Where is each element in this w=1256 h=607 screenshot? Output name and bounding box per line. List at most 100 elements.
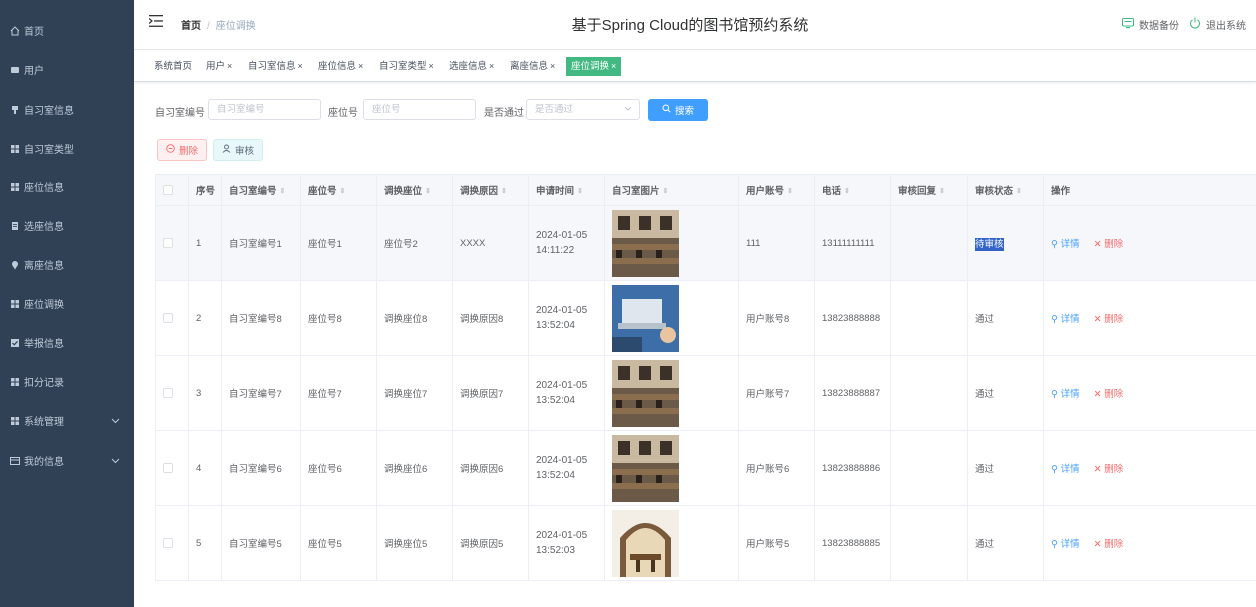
sidebar-item-seat-info[interactable]: 座位信息	[0, 167, 134, 206]
cell-seat: 座位号1	[300, 205, 377, 281]
audit-button[interactable]: 审核	[213, 139, 263, 161]
row-checkbox-cell[interactable]	[155, 280, 189, 356]
row-checkbox-cell[interactable]	[155, 505, 189, 581]
tag-user[interactable]: 用户 ×	[201, 57, 238, 76]
column-header[interactable]: 调换座位 ⇕	[376, 174, 453, 206]
detail-button[interactable]: ⚲ 详情	[1051, 389, 1080, 400]
close-icon[interactable]: ×	[429, 61, 434, 71]
breadcrumb-home[interactable]: 首页	[181, 21, 201, 32]
tag-seat-swap[interactable]: 座位调换 ×	[566, 57, 622, 76]
sidebar-item-seat-select[interactable]: 选座信息	[0, 206, 134, 245]
cell-image[interactable]	[604, 430, 739, 506]
sort-icon[interactable]: ⇕	[663, 187, 669, 195]
search-button[interactable]: 搜索	[648, 99, 708, 121]
column-header[interactable]: 审核状态 ⇕	[967, 174, 1044, 206]
hamburger-icon[interactable]	[148, 15, 163, 29]
sort-icon[interactable]: ⇕	[577, 187, 583, 195]
checkbox[interactable]	[163, 537, 173, 548]
row-delete-button[interactable]: ✕ 删除	[1094, 389, 1124, 400]
header: 首页 / 座位调换 基于Spring Cloud的图书馆预约系统 数据备份 退出系统	[134, 0, 1256, 50]
close-icon[interactable]: ×	[358, 61, 363, 71]
checkbox[interactable]	[163, 312, 173, 323]
row-delete-button[interactable]: ✕ 删除	[1094, 314, 1124, 325]
search-icon: ⚲	[1051, 314, 1058, 325]
column-header[interactable]: 电话 ⇕	[814, 174, 891, 206]
column-header[interactable]: 自习室编号 ⇕	[221, 174, 301, 206]
column-header[interactable]: 自习室图片 ⇕	[604, 174, 739, 206]
cell-swap-seat: 座位号2	[376, 205, 453, 281]
sidebar-item-report[interactable]: 举报信息	[0, 323, 134, 362]
row-checkbox-cell[interactable]	[155, 355, 189, 431]
row-delete-button[interactable]: ✕ 删除	[1094, 239, 1124, 250]
row-checkbox-cell[interactable]	[155, 430, 189, 506]
cell-image[interactable]	[604, 205, 739, 281]
sort-icon[interactable]: ⇕	[787, 187, 793, 195]
column-header[interactable]: 用户账号 ⇕	[738, 174, 815, 206]
column-header[interactable]: 调换原因 ⇕	[452, 174, 529, 206]
row-checkbox-cell[interactable]	[155, 205, 189, 281]
tag-leave-seat[interactable]: 离座信息 ×	[505, 57, 561, 76]
select-all-checkbox-cell[interactable]	[155, 174, 189, 206]
room-no-input[interactable]	[208, 99, 321, 120]
tag-home[interactable]: 系统首页	[149, 57, 198, 76]
sidebar-item-my-info[interactable]: 我的信息	[0, 441, 134, 480]
checkbox[interactable]	[163, 462, 173, 473]
cell-image[interactable]	[604, 505, 739, 581]
status-badge: 通过	[975, 464, 995, 475]
arched-room-photo[interactable]	[612, 509, 731, 577]
sidebar-item-system[interactable]: 系统管理	[0, 401, 134, 440]
table-row: 2 自习室编号8 座位号8 调换座位8 调换原因8 2024-01-05 13:52:04…	[155, 280, 1256, 356]
tag-label: 离座信息	[510, 61, 549, 72]
detail-button[interactable]: ⚲ 详情	[1051, 314, 1080, 325]
column-header[interactable]: 审核回复 ⇕	[890, 174, 968, 206]
room-no-label: 自习室编号	[155, 108, 205, 119]
study-room-photo[interactable]	[612, 209, 731, 277]
laptop-photo[interactable]	[612, 284, 731, 352]
checkbox[interactable]	[163, 184, 173, 195]
tag-seat-select[interactable]: 选座信息 ×	[444, 57, 500, 76]
backup-button[interactable]: 数据备份	[1122, 17, 1179, 32]
check-icon	[10, 338, 20, 348]
close-icon[interactable]: ×	[611, 61, 616, 71]
cell-account: 用户账号8	[738, 280, 815, 356]
cell-image[interactable]	[604, 355, 739, 431]
close-icon[interactable]: ×	[489, 61, 494, 71]
logout-button[interactable]: 退出系统	[1189, 17, 1246, 32]
sidebar-item-home[interactable]: 首页	[0, 11, 134, 50]
sort-icon[interactable]: ⇕	[844, 187, 850, 195]
checkbox[interactable]	[163, 387, 173, 398]
checkbox[interactable]	[163, 237, 173, 248]
sort-icon[interactable]: ⇕	[501, 187, 507, 195]
tag-room-type[interactable]: 自习室类型 ×	[374, 57, 439, 76]
row-delete-button[interactable]: ✕ 删除	[1094, 464, 1124, 475]
sort-icon[interactable]: ⇕	[340, 187, 346, 195]
sidebar-item-user[interactable]: 用户	[0, 50, 134, 89]
column-header[interactable]: 申请时间 ⇕	[528, 174, 605, 206]
close-icon[interactable]: ×	[550, 61, 555, 71]
sidebar-item-seat-swap[interactable]: 座位调换	[0, 284, 134, 323]
cell-image[interactable]	[604, 280, 739, 356]
sort-icon[interactable]: ⇕	[939, 187, 945, 195]
sort-icon[interactable]: ⇕	[1016, 187, 1022, 195]
batch-delete-button[interactable]: 删除	[157, 139, 207, 161]
study-room-photo[interactable]	[612, 434, 731, 502]
sidebar-item-room-type[interactable]: 自习室类型	[0, 129, 134, 168]
sidebar-item-room-info[interactable]: 自习室信息	[0, 90, 134, 129]
sidebar-item-deduct[interactable]: 扣分记录	[0, 362, 134, 401]
close-icon[interactable]: ×	[298, 61, 303, 71]
seat-no-input[interactable]	[363, 99, 476, 120]
row-delete-button[interactable]: ✕ 删除	[1094, 539, 1124, 550]
tag-room-info[interactable]: 自习室信息 ×	[243, 57, 308, 76]
detail-button[interactable]: ⚲ 详情	[1051, 539, 1080, 550]
detail-button[interactable]: ⚲ 详情	[1051, 239, 1080, 250]
sort-icon[interactable]: ⇕	[425, 187, 431, 195]
column-header[interactable]: 座位号 ⇕	[300, 174, 377, 206]
detail-button[interactable]: ⚲ 详情	[1051, 464, 1080, 475]
tag-seat-info[interactable]: 座位信息 ×	[313, 57, 369, 76]
pass-select[interactable]: 是否通过	[526, 99, 640, 120]
sort-icon[interactable]: ⇕	[280, 187, 286, 195]
row-delete-label: 删除	[1104, 539, 1124, 550]
sidebar-item-leave-seat[interactable]: 离座信息	[0, 245, 134, 284]
study-room-photo[interactable]	[612, 359, 731, 427]
close-icon[interactable]: ×	[227, 61, 232, 71]
